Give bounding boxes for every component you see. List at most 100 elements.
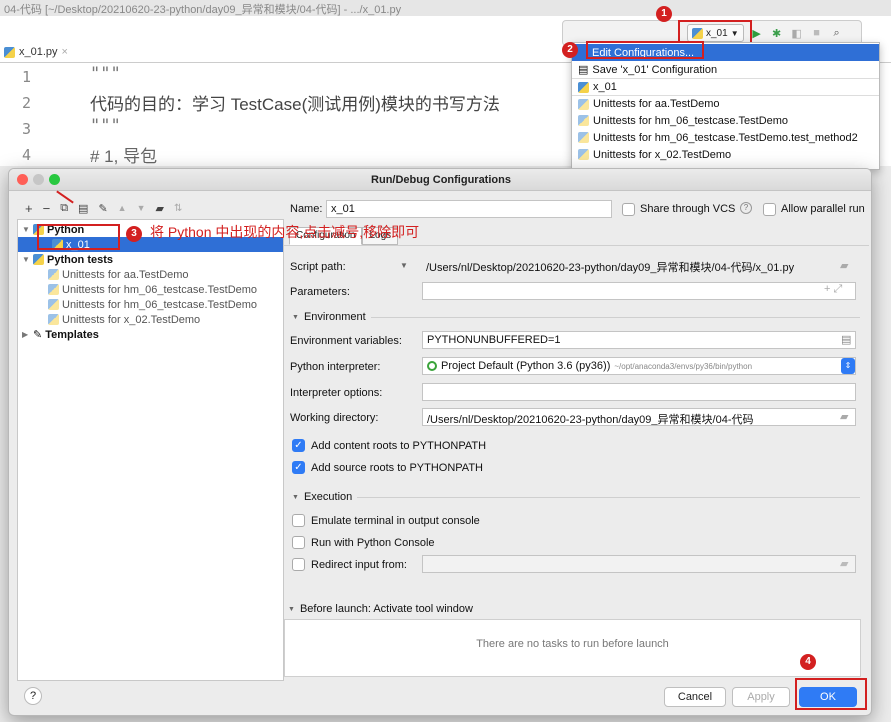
expand-icon[interactable]: ▼ xyxy=(22,255,30,264)
tree-item-unittest[interactable]: Unittests for aa.TestDemo xyxy=(18,267,283,282)
interpreter-label: Python interpreter: xyxy=(290,361,381,373)
python-icon xyxy=(578,81,589,93)
menu-item-config[interactable]: Unittests for aa.TestDemo xyxy=(572,95,879,112)
python-console-checkbox[interactable] xyxy=(292,536,305,549)
expand-icon[interactable]: ▼ xyxy=(22,225,30,234)
tree-item-unittest[interactable]: Unittests for hm_06_testcase.TestDemo xyxy=(18,282,283,297)
dialog-title: Run/Debug Configurations xyxy=(9,169,871,191)
stop-icon[interactable]: ■ xyxy=(810,26,824,40)
name-input[interactable]: x_01 xyxy=(326,200,612,218)
step-badge-1: 1 xyxy=(656,6,672,22)
apply-button[interactable]: Apply xyxy=(732,687,790,707)
before-launch-section[interactable]: ▼ Before launch: Activate tool window xyxy=(288,603,863,615)
interpreter-path: ~/opt/anaconda3/envs/py36/bin/python xyxy=(614,361,753,371)
move-down-icon[interactable]: ▼ xyxy=(137,203,146,213)
menu-item-config[interactable]: Unittests for hm_06_testcase.TestDemo.te… xyxy=(572,129,879,146)
env-vars-label: Environment variables: xyxy=(290,335,402,347)
execution-section[interactable]: ▼ Execution xyxy=(292,491,860,503)
file-tab[interactable]: x_01.py × xyxy=(0,42,120,62)
redirect-input-field[interactable] xyxy=(422,555,856,573)
content-roots-checkbox[interactable]: ✓ xyxy=(292,439,305,452)
wrench-icon[interactable]: ✎ xyxy=(98,202,107,215)
share-vcs-label: Share through VCS xyxy=(640,203,736,215)
coverage-icon[interactable]: ◧ xyxy=(790,26,804,40)
sort-icon[interactable]: ⇅ xyxy=(174,203,182,214)
copy-icon[interactable]: ⧉ xyxy=(60,202,68,215)
menu-item-config[interactable]: Unittests for hm_06_testcase.TestDemo xyxy=(572,112,879,129)
interpreter-status-icon xyxy=(427,361,437,371)
chevron-down-icon[interactable]: ▼ xyxy=(400,261,408,270)
collapse-icon: ▼ xyxy=(292,313,299,321)
share-vcs-checkbox[interactable] xyxy=(622,203,635,216)
source-roots-checkbox[interactable]: ✓ xyxy=(292,461,305,474)
highlight-edit-configurations xyxy=(586,41,704,59)
name-label: Name: xyxy=(290,203,323,215)
folder-browse-icon[interactable]: ▰ xyxy=(840,410,848,423)
help-button[interactable]: ? xyxy=(24,687,42,705)
window-title: 04-代码 [~/Desktop/20210620-23-python/day0… xyxy=(0,0,891,16)
config-tree-panel: + − ⧉ ▤ ✎ ▲ ▼ ▰ ⇅ ▼ Python x_01 ▼ Python t… xyxy=(17,197,284,681)
zoom-window-icon[interactable] xyxy=(49,174,60,185)
unittest-icon xyxy=(578,98,589,110)
tree-item-unittest[interactable]: Unittests for hm_06_testcase.TestDemo xyxy=(18,297,283,312)
move-up-icon[interactable]: ▲ xyxy=(118,203,127,213)
menu-item-config[interactable]: Unittests for x_02.TestDemo xyxy=(572,146,879,163)
script-path-input[interactable]: /Users/nl/Desktop/20210620-23-python/day… xyxy=(422,257,856,275)
debug-icon[interactable]: ✱ xyxy=(770,26,784,40)
run-config-dropdown: Edit Configurations... ▤ Save 'x_01' Conf… xyxy=(571,42,880,170)
code-text: """ xyxy=(90,116,121,136)
python-tests-icon xyxy=(33,254,44,265)
environment-section[interactable]: ▼ Environment xyxy=(292,311,860,323)
code-line: 代码的目的：学习 TestCase(测试用例)模块的书写方法 xyxy=(90,95,500,114)
run-debug-dialog: Run/Debug Configurations + − ⧉ ▤ ✎ ▲ ▼ ▰… xyxy=(8,168,872,716)
unittest-icon xyxy=(48,299,59,310)
code-text: """ xyxy=(90,64,121,84)
step3-instruction: 将 Python 中出现的内容,点击减号,移除即可 xyxy=(150,224,420,240)
source-roots-label: Add source roots to PYTHONPATH xyxy=(311,462,483,474)
minimize-window-icon[interactable] xyxy=(33,174,44,185)
search-icon[interactable]: ⌕ xyxy=(830,26,844,40)
step-badge-2: 2 xyxy=(562,42,578,58)
no-tasks-text: There are no tasks to run before launch xyxy=(476,638,669,650)
emulate-terminal-checkbox[interactable] xyxy=(292,514,305,527)
line-number: 2 xyxy=(22,94,32,112)
tree-item-python-tests[interactable]: ▼ Python tests xyxy=(18,252,283,267)
config-detail-panel: Name: x_01 Share through VCS ? Allow par… xyxy=(284,197,869,681)
env-vars-input[interactable]: PYTHONUNBUFFERED=1 xyxy=(422,331,856,349)
help-circle-icon[interactable]: ? xyxy=(740,202,752,214)
tree-item-unittest[interactable]: Unittests for x_02.TestDemo xyxy=(18,312,283,327)
menu-item-save-configuration[interactable]: ▤ Save 'x_01' Configuration xyxy=(572,61,879,78)
folder-icon[interactable]: ▰ xyxy=(156,202,164,215)
folder-browse-icon[interactable]: ▰ xyxy=(840,259,848,272)
file-tab-label: x_01.py xyxy=(19,46,58,58)
parameters-input[interactable] xyxy=(422,282,856,300)
interpreter-options-input[interactable] xyxy=(422,383,856,401)
python-file-icon xyxy=(4,46,15,58)
folder-browse-icon[interactable]: ▰ xyxy=(840,557,848,570)
close-tab-icon[interactable]: × xyxy=(62,46,68,58)
script-path-label: Script path: xyxy=(290,261,346,273)
menu-item-config[interactable]: x_01 xyxy=(572,78,879,95)
parallel-run-checkbox[interactable] xyxy=(763,203,776,216)
expand-field-icon[interactable]: + ⤢ xyxy=(824,283,842,296)
save-icon[interactable]: ▤ xyxy=(78,202,88,215)
unittest-icon xyxy=(578,132,589,143)
collapse-icon: ▼ xyxy=(292,493,299,501)
workdir-input[interactable]: /Users/nl/Desktop/20210620-23-python/day… xyxy=(422,408,856,426)
tree-item-templates[interactable]: ▶ ✎ Templates xyxy=(18,327,283,342)
unittest-icon xyxy=(48,269,59,280)
add-icon[interactable]: + xyxy=(25,201,33,216)
config-tree: ▼ Python x_01 ▼ Python tests Unittests for… xyxy=(17,219,284,681)
expand-icon[interactable]: ▶ xyxy=(22,330,30,339)
code-line: """ xyxy=(90,116,121,136)
close-window-icon[interactable] xyxy=(17,174,28,185)
edit-env-icon[interactable]: ▤ xyxy=(841,333,851,346)
line-number: 4 xyxy=(22,146,32,164)
interpreter-select[interactable]: Project Default (Python 3.6 (py36)) ~/op… xyxy=(422,357,856,375)
parallel-run-label: Allow parallel run xyxy=(781,203,865,215)
cancel-button[interactable]: Cancel xyxy=(664,687,726,707)
step-badge-4: 4 xyxy=(800,654,816,670)
redirect-input-checkbox[interactable] xyxy=(292,558,305,571)
remove-icon[interactable]: − xyxy=(43,201,51,216)
select-arrows-icon[interactable]: ⇕ xyxy=(841,358,855,374)
